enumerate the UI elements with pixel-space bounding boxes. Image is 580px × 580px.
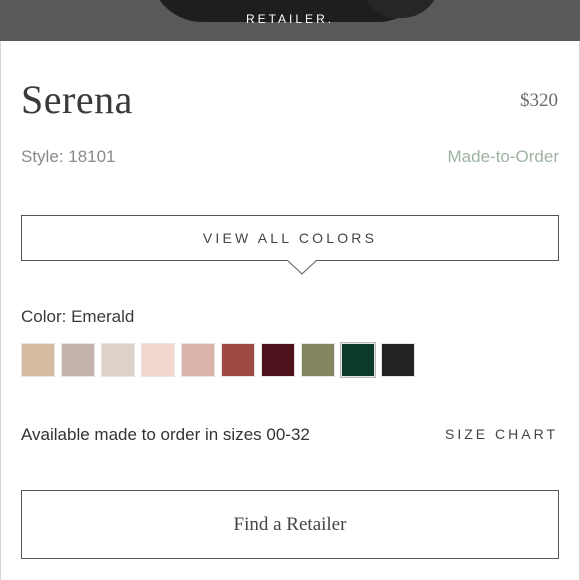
color-swatch[interactable] xyxy=(261,343,295,377)
hero-image-banner: RETAILER. xyxy=(0,0,580,41)
availability-tag: Made-to-Order xyxy=(447,147,559,166)
color-swatch[interactable] xyxy=(61,343,95,377)
color-swatch-list xyxy=(21,342,415,378)
color-swatch[interactable] xyxy=(21,343,55,377)
find-retailer-button[interactable]: Find a Retailer xyxy=(21,490,559,559)
color-swatch[interactable] xyxy=(181,343,215,377)
banner-text: RETAILER. xyxy=(245,12,335,26)
size-availability-text: Available made to order in sizes 00-32 xyxy=(21,425,310,444)
view-all-colors-button[interactable]: VIEW ALL COLORS xyxy=(21,215,559,261)
card-border-left xyxy=(0,41,1,580)
color-swatch[interactable] xyxy=(381,343,415,377)
size-chart-link[interactable]: SIZE CHART xyxy=(445,426,558,442)
style-number: Style: 18101 xyxy=(21,147,116,166)
color-swatch[interactable] xyxy=(340,342,376,378)
color-swatch[interactable] xyxy=(101,343,135,377)
product-price: $320 xyxy=(520,90,558,111)
color-swatch[interactable] xyxy=(141,343,175,377)
color-label: Color: Emerald xyxy=(21,307,135,326)
color-swatch[interactable] xyxy=(221,343,255,377)
product-title: Serena xyxy=(21,77,133,122)
color-swatch[interactable] xyxy=(301,343,335,377)
